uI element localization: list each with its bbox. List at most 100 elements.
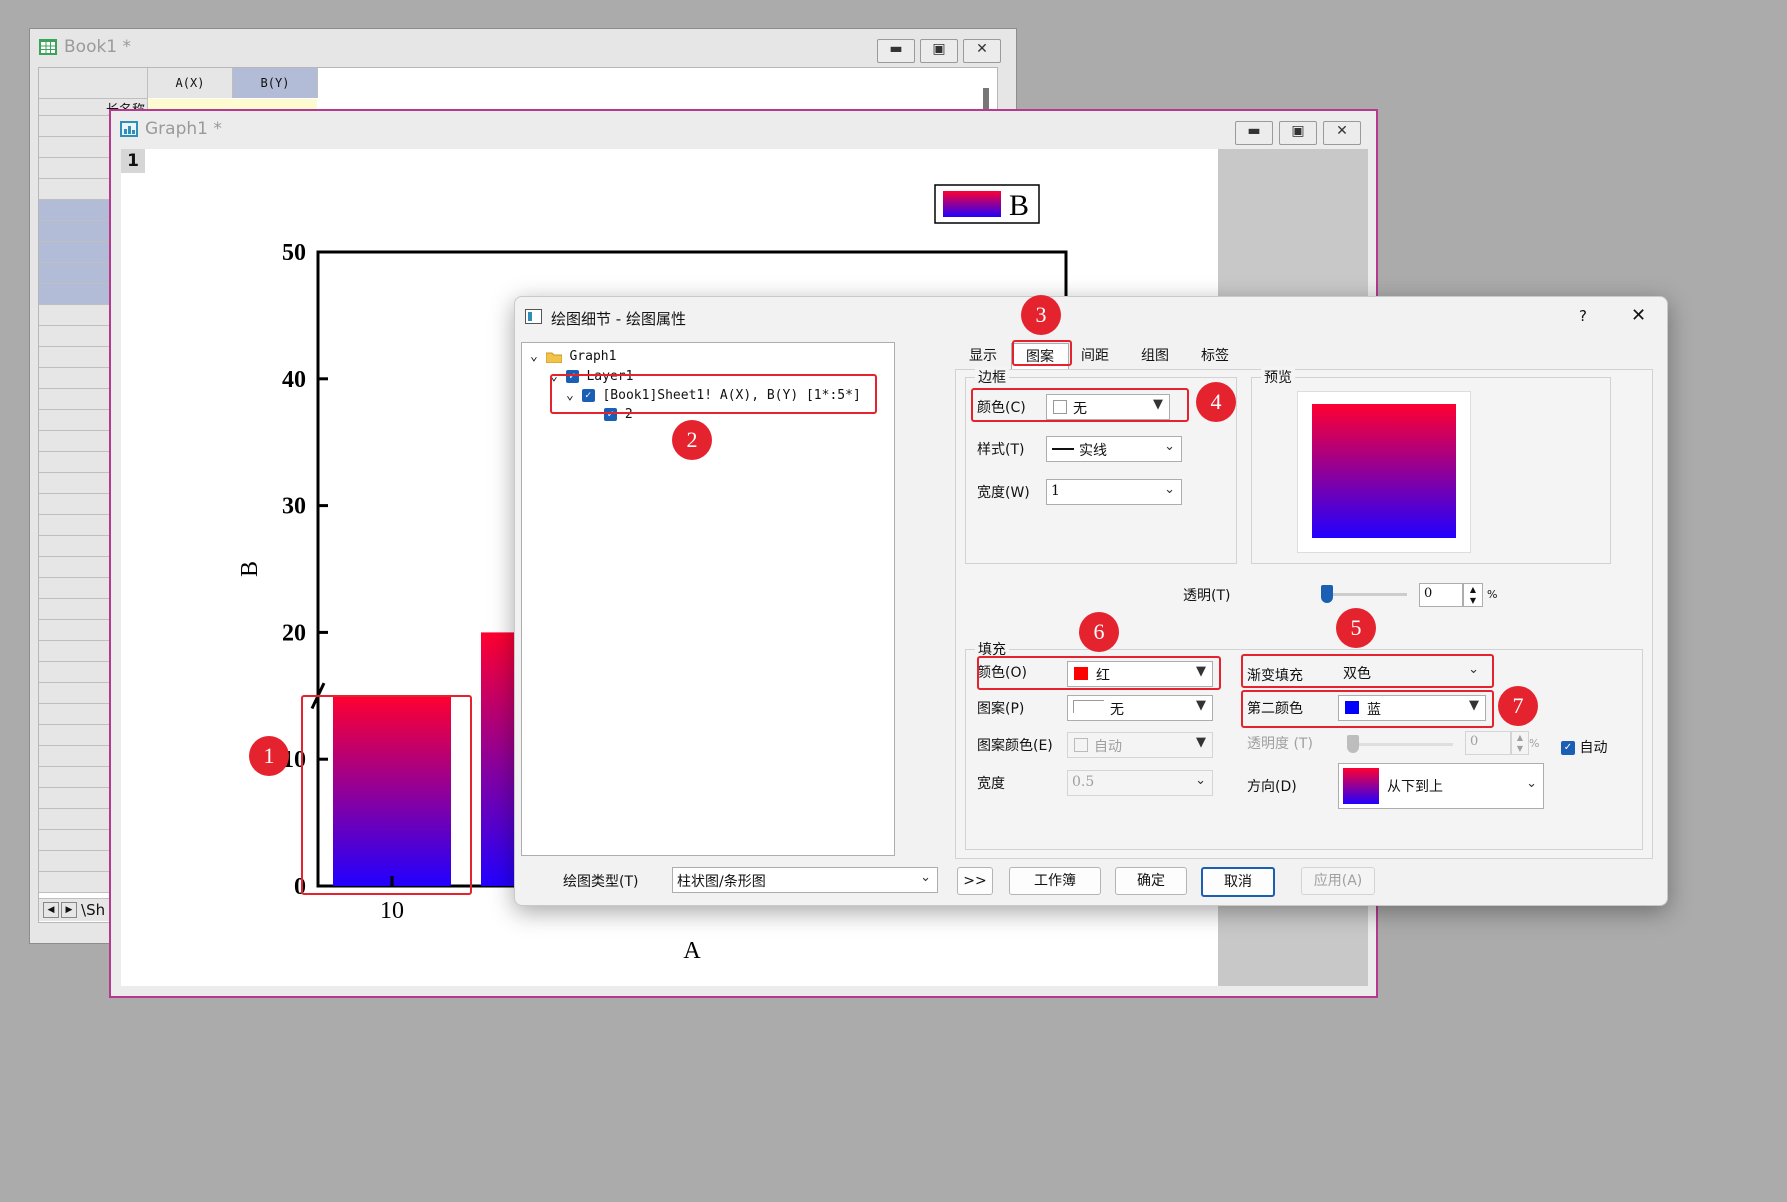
tab-scroll-left-icon[interactable]: ◀ (43, 902, 59, 918)
border-group-label: 边框 (975, 367, 1009, 387)
y-tick-label: 30 (282, 494, 306, 520)
tab-label[interactable]: 标签 (1193, 343, 1237, 369)
gradient-transparency-label: 透明度 (T) (1247, 736, 1313, 752)
plot-type-label: 绘图类型(T) (563, 874, 639, 890)
pattern-none-icon (1073, 700, 1104, 713)
highlight-second-color (1241, 690, 1494, 728)
book1-close-button[interactable]: ✕ (963, 39, 1001, 63)
tab-display[interactable]: 显示 (961, 343, 1005, 369)
chevron-down-icon: ⌄ (1526, 776, 1537, 791)
tab-scroll-right-icon[interactable]: ▶ (61, 902, 77, 918)
highlight-plot-node (550, 374, 877, 414)
fill-pattern-select[interactable]: 无 ▼ (1067, 695, 1213, 721)
preview-label: 预览 (1261, 367, 1295, 387)
graph1-minimize-button[interactable]: ▬ (1235, 121, 1273, 145)
step-badge-4: 4 (1196, 382, 1236, 422)
book1-maximize-button[interactable]: ▣ (920, 39, 958, 63)
plot-type-select[interactable]: 柱状图/条形图 ⌄ (672, 867, 938, 893)
chevron-down-icon: ⌄ (1164, 439, 1175, 454)
corner-cell[interactable] (39, 68, 148, 99)
close-icon: ✕ (976, 41, 988, 57)
y-tick-label: 40 (282, 367, 306, 393)
help-button[interactable]: ? (1579, 307, 1587, 325)
solid-line-icon (1052, 448, 1074, 450)
highlight-fill-color (977, 656, 1221, 690)
preview-swatch (1312, 404, 1456, 538)
transparency-input[interactable]: 0 (1419, 583, 1463, 607)
highlight-gradient-fill (1241, 654, 1494, 688)
step-badge-3: 3 (1021, 295, 1061, 335)
transparency-label: 透明(T) (1183, 588, 1231, 604)
highlight-pattern-tab (1012, 340, 1072, 366)
transparency-spinner[interactable]: ▲ ▼ (1463, 583, 1483, 607)
fill-pattern-label: 图案(P) (977, 701, 1025, 717)
y-axis-title: B (237, 561, 263, 577)
border-style-label: 样式(T) (977, 442, 1025, 458)
tree-node-graph[interactable]: ⌄ Graph1 (530, 349, 616, 364)
step-badge-6: 6 (1079, 612, 1119, 652)
graph1-maximize-button[interactable]: ▣ (1279, 121, 1317, 145)
dialog-close-button[interactable]: ✕ (1631, 305, 1646, 326)
column-header-a[interactable]: A(X) (148, 68, 233, 98)
book1-minimize-button[interactable]: ▬ (877, 39, 915, 63)
x-axis-title: A (683, 938, 701, 964)
chevron-down-icon: ⌄ (920, 870, 931, 885)
highlight-bar (301, 695, 472, 895)
preview-box (1297, 391, 1471, 553)
plot-tree[interactable]: ⌄ Graph1 ⌄ ✓ Layer1 ⌄ ✓ [Book1]Sheet1! A… (521, 342, 895, 856)
column-header-b[interactable]: B(Y) (233, 68, 318, 98)
step-badge-5: 5 (1336, 608, 1376, 648)
pattern-width-select[interactable]: 0.5 ⌄ (1067, 770, 1213, 796)
slider-thumb[interactable] (1321, 585, 1333, 603)
gradient-transparency-spinner[interactable]: ▲ ▼ (1511, 731, 1529, 755)
step-badge-7: 7 (1498, 686, 1538, 726)
transparency-slider[interactable] (1321, 585, 1407, 603)
highlight-border-color (971, 388, 1189, 422)
tab-group[interactable]: 组图 (1133, 343, 1177, 369)
dialog-titlebar[interactable]: 绘图细节 - 绘图属性 ? ✕ (515, 297, 1667, 339)
slider-thumb[interactable] (1347, 735, 1359, 753)
direction-select[interactable]: 从下到上 ⌄ (1338, 763, 1544, 809)
pattern-color-select[interactable]: 自动 ▼ (1067, 732, 1213, 758)
more-button[interactable]: >> (957, 867, 993, 895)
graph1-title: Graph1 * (145, 119, 222, 139)
gradient-transparency-slider[interactable] (1347, 735, 1453, 753)
folder-icon (545, 352, 563, 363)
close-icon: ✕ (1336, 123, 1348, 139)
y-tick-label: 20 (282, 620, 306, 646)
tab-spacing[interactable]: 间距 (1073, 343, 1117, 369)
percent-sign: % (1487, 588, 1498, 601)
pattern-width-label: 宽度 (977, 776, 1005, 792)
gradient-direction-icon (1343, 768, 1379, 804)
graph1-titlebar[interactable]: Graph1 * ▬ ▣ ✕ (111, 111, 1376, 145)
gradient-transparency-input[interactable]: 0 (1465, 731, 1511, 755)
percent-sign: % (1529, 737, 1540, 750)
step-badge-2: 2 (672, 420, 712, 460)
minimize-icon: ▬ (1247, 123, 1261, 139)
dropdown-caret-icon: ▼ (1196, 698, 1206, 713)
cancel-button[interactable]: 取消 (1201, 867, 1275, 897)
apply-button[interactable]: 应用(A) (1301, 867, 1375, 895)
maximize-icon: ▣ (932, 41, 946, 57)
book1-titlebar[interactable]: Book1 * ▬ ▣ ✕ (30, 29, 1016, 63)
workbook-icon (39, 39, 57, 55)
checkbox-checked-icon[interactable]: ✓ (1561, 741, 1575, 755)
collapse-icon[interactable]: ⌄ (530, 349, 538, 364)
ok-button[interactable]: 确定 (1115, 867, 1187, 895)
graph1-close-button[interactable]: ✕ (1323, 121, 1361, 145)
dialog-title: 绘图细节 - 绘图属性 (551, 310, 686, 328)
border-width-select[interactable]: 1 ⌄ (1046, 479, 1182, 505)
chevron-down-icon: ⌄ (1164, 482, 1175, 497)
minimize-icon: ▬ (889, 41, 903, 57)
dropdown-caret-icon: ▼ (1196, 735, 1206, 750)
border-style-select[interactable]: 实线 ⌄ (1046, 436, 1182, 462)
x-tick-label: 10 (380, 898, 404, 924)
sheet-tab[interactable]: \Sh (81, 901, 105, 919)
workbook-button[interactable]: 工作簿 (1009, 867, 1101, 895)
legend-swatch (943, 191, 1001, 217)
graph-icon (120, 121, 138, 137)
maximize-icon: ▣ (1291, 123, 1305, 139)
pattern-color-label: 图案颜色(E) (977, 738, 1053, 754)
color-swatch-icon (1074, 738, 1088, 752)
auto-checkbox[interactable]: ✓ 自动 (1561, 737, 1607, 757)
